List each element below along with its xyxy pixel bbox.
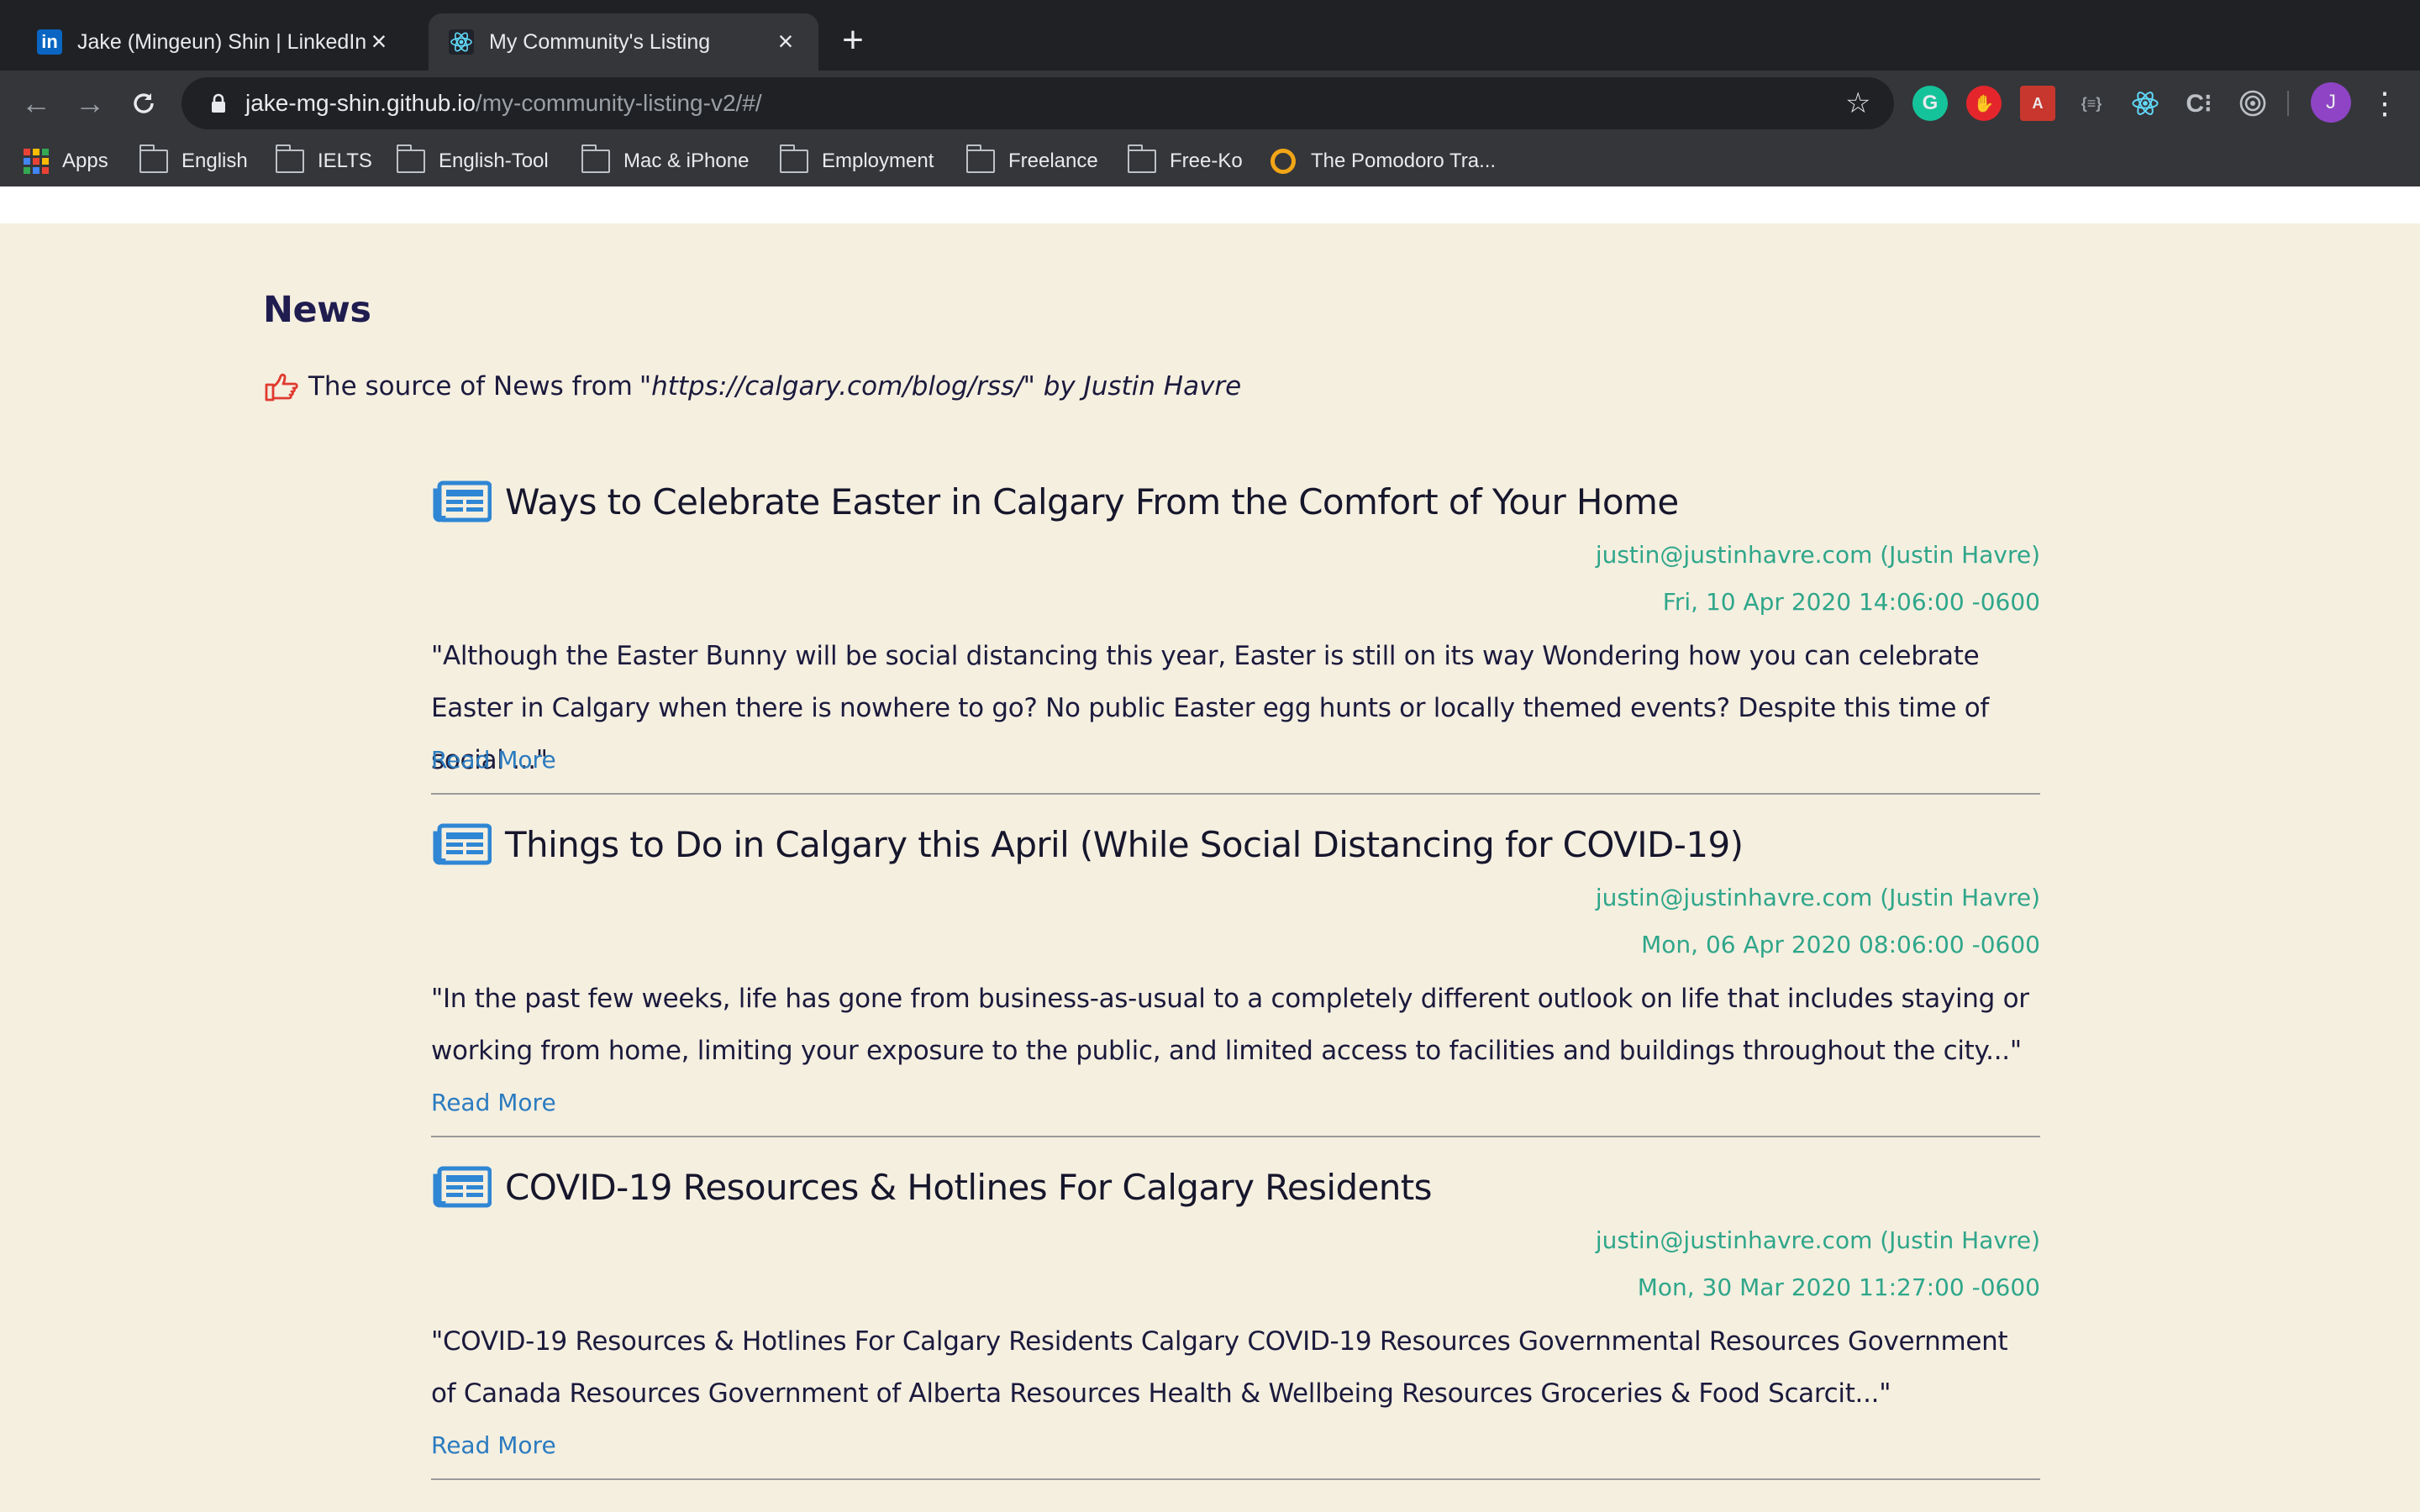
- bookmarks-bar: Apps English IELTS English-Tool Mac & iP…: [0, 136, 2420, 186]
- pointing-hand-icon: [265, 373, 298, 402]
- close-tab-icon[interactable]: ×: [366, 28, 392, 55]
- target-extension-icon[interactable]: [2235, 86, 2270, 121]
- bookmark-label: IELTS: [318, 150, 372, 172]
- json-extension-icon[interactable]: {≡}: [2074, 86, 2109, 121]
- article-author: justin@justinhavre.com (Justin Havre): [1595, 1226, 2040, 1254]
- browser-menu-icon[interactable]: ⋮: [2368, 82, 2402, 124]
- article-description: "Although the Easter Bunny will be socia…: [431, 641, 1989, 775]
- article-date: Fri, 10 Apr 2020 14:06:00 -0600: [1662, 588, 2040, 616]
- news-article: COVID-19 Resources & Hotlines For Calgar…: [431, 1166, 2040, 1480]
- article-author: justin@justinhavre.com (Justin Havre): [1595, 884, 2040, 911]
- news-article: Things to Do in Calgary this April (Whil…: [431, 823, 2040, 1137]
- newspaper-icon: [433, 823, 492, 865]
- tab-community-listing[interactable]: My Community's Listing ×: [429, 13, 818, 71]
- page-content: News The source of News from "https://ca…: [0, 186, 2420, 1512]
- address-bar[interactable]: jake-mg-shin.github.io/my-community-list…: [182, 77, 1894, 129]
- folder-icon: [965, 144, 995, 173]
- apps-grid-icon: [24, 149, 49, 174]
- article-title[interactable]: Things to Do in Calgary this April (Whil…: [505, 824, 1744, 865]
- article-header: COVID-19 Resources & Hotlines For Calgar…: [431, 1166, 1433, 1208]
- header-band: [0, 186, 2420, 223]
- bookmark-freelance[interactable]: Freelance: [965, 143, 1098, 180]
- pomodoro-icon: [1270, 149, 1296, 174]
- pdf-extension-icon[interactable]: A: [2020, 86, 2055, 121]
- reload-button[interactable]: [123, 82, 165, 124]
- article-title[interactable]: Ways to Celebrate Easter in Calgary From…: [505, 481, 1679, 522]
- folder-icon: [1127, 144, 1156, 173]
- read-more-link[interactable]: Read More: [431, 1089, 556, 1116]
- read-more-link[interactable]: Read More: [431, 1431, 556, 1459]
- news-heading: News: [263, 289, 371, 331]
- news-source-line: The source of News from "https://calgary…: [263, 370, 1241, 403]
- folder-icon: [275, 144, 304, 173]
- folder-icon: [581, 144, 610, 173]
- folder-icon: [139, 144, 168, 173]
- folder-icon: [779, 144, 808, 173]
- folder-icon: [396, 144, 425, 173]
- bookmark-ielts[interactable]: IELTS: [275, 143, 372, 180]
- news-article: Ways to Celebrate Easter in Calgary From…: [431, 480, 2040, 795]
- react-icon: [449, 29, 474, 55]
- bookmark-pomodoro[interactable]: The Pomodoro Tra...: [1270, 143, 1496, 180]
- back-button[interactable]: ←: [15, 82, 57, 124]
- bookmark-label: English: [182, 150, 248, 172]
- article-description: "COVID-19 Resources & Hotlines For Calga…: [431, 1326, 2008, 1409]
- bookmark-label: English-Tool: [439, 150, 549, 172]
- tab-title: Jake (Mingeun) Shin | LinkedIn: [77, 29, 366, 54]
- lock-icon: [212, 93, 225, 113]
- new-tab-button[interactable]: +: [832, 20, 874, 62]
- read-more-link[interactable]: Read More: [431, 746, 556, 774]
- source-url: "https://calgary.com/blog/rss/" by Justi…: [639, 371, 1242, 402]
- newspaper-icon: [433, 480, 492, 522]
- bookmark-star-icon[interactable]: ☆: [1845, 89, 1874, 118]
- tab-linkedin[interactable]: in Jake (Mingeun) Shin | LinkedIn ×: [17, 13, 412, 71]
- close-tab-icon[interactable]: ×: [773, 28, 798, 55]
- ci-extension-icon[interactable]: C⁝: [2181, 86, 2217, 121]
- toolbar-divider: [2287, 91, 2289, 116]
- forward-button[interactable]: →: [69, 82, 111, 124]
- article-description: "In the past few weeks, life has gone fr…: [431, 984, 2029, 1066]
- bookmark-label: Free-Ko: [1170, 150, 1243, 172]
- article-header: Things to Do in Calgary this April (Whil…: [431, 823, 1744, 865]
- adblock-extension-icon[interactable]: ✋: [1966, 86, 2002, 121]
- newspaper-icon: [433, 1166, 492, 1208]
- react-devtools-icon[interactable]: [2128, 86, 2163, 121]
- bookmark-english[interactable]: English: [139, 143, 248, 180]
- bookmark-label: Freelance: [1008, 150, 1098, 172]
- bookmark-label: Employment: [822, 150, 934, 172]
- bookmark-label: Mac & iPhone: [623, 150, 750, 172]
- grammarly-extension-icon[interactable]: G: [1912, 86, 1948, 121]
- address-url: jake-mg-shin.github.io/my-community-list…: [245, 90, 762, 117]
- url-path: /my-community-listing-v2/#/: [475, 90, 762, 116]
- article-date: Mon, 30 Mar 2020 11:27:00 -0600: [1637, 1273, 2040, 1301]
- profile-avatar[interactable]: J: [2311, 82, 2351, 123]
- tab-strip: in Jake (Mingeun) Shin | LinkedIn × My C…: [0, 0, 2420, 71]
- bookmark-english-tool[interactable]: English-Tool: [396, 143, 549, 180]
- bookmark-employment[interactable]: Employment: [779, 143, 934, 180]
- source-prefix: The source of News from: [308, 371, 633, 402]
- linkedin-icon: in: [37, 29, 62, 55]
- tab-title: My Community's Listing: [489, 29, 711, 54]
- bookmark-label: The Pomodoro Tra...: [1311, 150, 1497, 172]
- bookmark-label: Apps: [62, 150, 108, 172]
- browser-toolbar: ← → jake-mg-shin.github.io/my-community-…: [0, 71, 2420, 136]
- url-host: jake-mg-shin.github.io: [245, 90, 476, 116]
- article-date: Mon, 06 Apr 2020 08:06:00 -0600: [1641, 931, 2040, 958]
- article-author: justin@justinhavre.com (Justin Havre): [1595, 541, 2040, 569]
- bookmark-mac-iphone[interactable]: Mac & iPhone: [581, 143, 749, 180]
- bookmark-apps[interactable]: Apps: [24, 143, 108, 180]
- article-title[interactable]: COVID-19 Resources & Hotlines For Calgar…: [505, 1167, 1433, 1208]
- article-header: Ways to Celebrate Easter in Calgary From…: [431, 480, 1679, 522]
- bookmark-free-ko[interactable]: Free-Ko: [1127, 143, 1243, 180]
